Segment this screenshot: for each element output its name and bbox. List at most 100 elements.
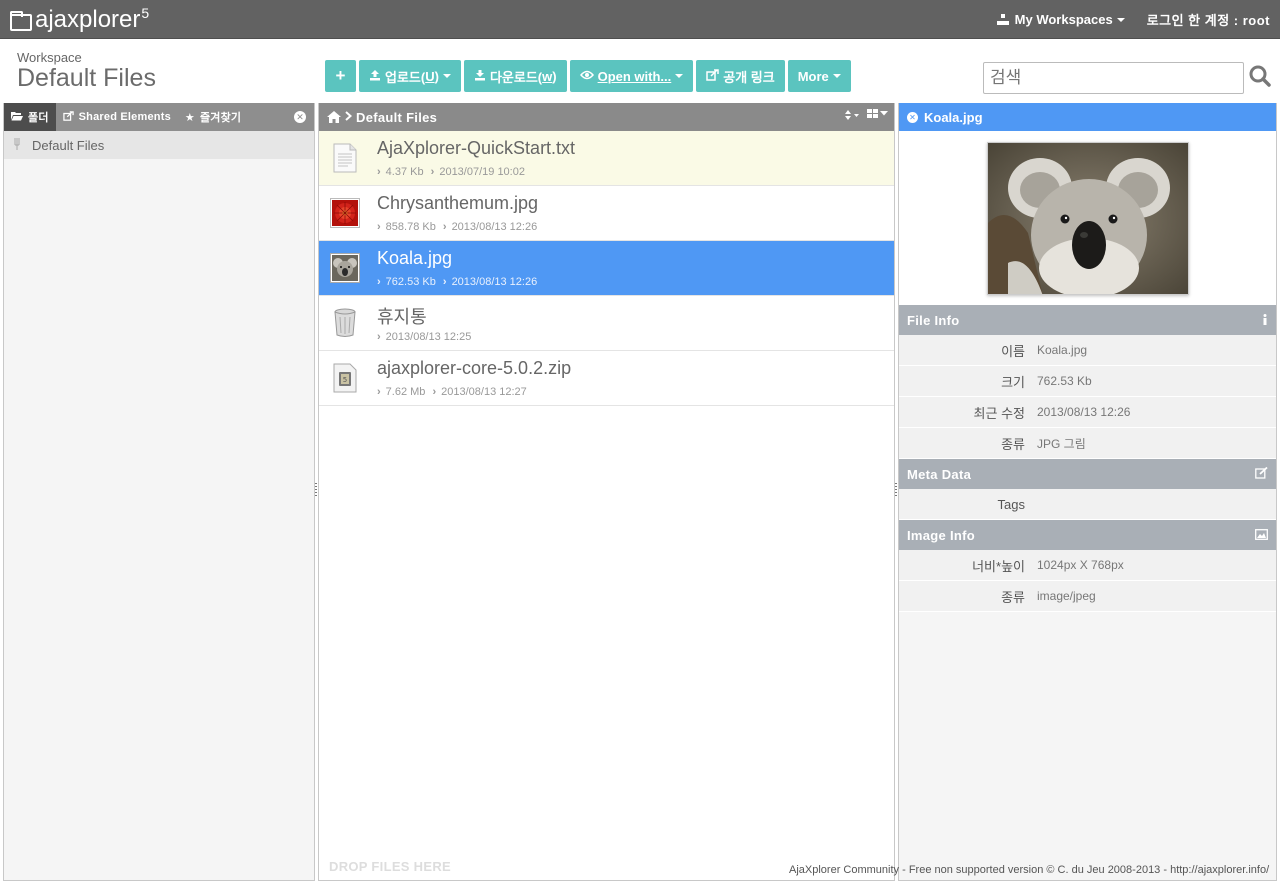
left-panel: 폴더 Shared Elements ★ 즐겨찾기 ✕ Default File… <box>3 103 315 881</box>
info-key: Tags <box>997 496 1025 512</box>
info-row: 너비*높이 1024px X 768px <box>899 550 1276 581</box>
info-key: 이름 <box>1001 343 1025 359</box>
sitemap-icon <box>996 14 1010 25</box>
upload-shortcut: U <box>425 68 435 84</box>
file-row[interactable]: AjaXplorer-QuickStart.txt › 4.37 Kb › 2013… <box>319 131 894 186</box>
tree-item-label: Default Files <box>32 137 105 153</box>
info-row: Tags <box>899 489 1276 520</box>
download-label-close: ) <box>552 68 557 84</box>
edit-icon[interactable] <box>1255 466 1268 482</box>
logo-text: ajaxplorer <box>35 6 141 33</box>
footer-copyright: AjaXplorer Community - Free non supporte… <box>789 864 1270 876</box>
tab-bookmarks[interactable]: ★ 즐겨찾기 <box>178 103 248 131</box>
download-shortcut: w <box>542 68 553 84</box>
file-row[interactable]: 휴지통 › 2013/08/13 12:25 <box>319 296 894 351</box>
close-icon[interactable]: ✕ <box>294 111 306 123</box>
my-workspaces-menu[interactable]: My Workspaces <box>996 12 1125 27</box>
file-info-heading: File Info <box>907 312 960 328</box>
details-panel: ✕ Koala.jpg File Info 이름 Koala.jpg 크기 76… <box>898 103 1277 881</box>
image-thumbnail <box>329 252 361 284</box>
download-label: 다운로드( <box>489 69 543 85</box>
file-meta: › 858.78 Kb › 2013/08/13 12:26 <box>377 221 538 233</box>
file-row[interactable]: 5 ajaxplorer-core-5.0.2.zip › 7.62 Mb › 20… <box>319 351 894 406</box>
info-key: 크기 <box>1001 374 1025 390</box>
info-key: 종류 <box>1001 589 1025 605</box>
tab-bookmarks-label: 즐겨찾기 <box>199 112 242 124</box>
info-key: 너비*높이 <box>972 558 1025 574</box>
fork-icon <box>12 137 26 154</box>
close-icon[interactable]: ✕ <box>907 111 918 123</box>
share-link-label: 공개 링크 <box>723 69 775 85</box>
file-name: AjaXplorer-QuickStart.txt <box>377 138 576 158</box>
download-button[interactable]: 다운로드(w) <box>463 60 567 92</box>
file-meta: › 762.53 Kb › 2013/08/13 12:26 <box>377 276 538 288</box>
info-icon <box>1262 313 1268 328</box>
logged-in-user[interactable]: 로그인 한 계정 : root <box>1147 10 1270 29</box>
trash-icon <box>329 307 361 339</box>
info-value: image/jpeg <box>1037 589 1096 603</box>
file-date: 2013/08/13 12:27 <box>441 386 527 398</box>
preview-area <box>899 131 1276 305</box>
info-row: 크기 762.53 Kb <box>899 366 1276 397</box>
add-button[interactable]: + <box>325 60 356 92</box>
meta-data-header: Meta Data <box>899 459 1276 489</box>
file-row[interactable]: Chrysanthemum.jpg › 858.78 Kb › 2013/08/13… <box>319 186 894 241</box>
image-info-header: Image Info <box>899 520 1276 550</box>
left-panel-tabs: 폴더 Shared Elements ★ 즐겨찾기 ✕ <box>4 103 314 131</box>
caret-down-icon <box>1116 17 1125 22</box>
view-mode-button[interactable] <box>867 109 888 118</box>
info-value: JPG 그림 <box>1037 436 1086 451</box>
tree-item-default-files[interactable]: Default Files <box>4 131 314 159</box>
star-icon: ★ <box>184 111 195 124</box>
image-thumbnail <box>329 197 361 229</box>
main-toolbar: + 업로드(U) 다운로드(w) Open with... 공개 링크 More <box>325 60 854 92</box>
file-list-panel: Default Files AjaXplorer-QuickStart.txt … <box>318 103 895 881</box>
svg-text:5: 5 <box>343 376 347 384</box>
picture-icon <box>1255 528 1268 543</box>
share-icon <box>706 68 720 84</box>
file-name: 휴지통 <box>377 307 427 327</box>
home-icon[interactable] <box>327 111 341 123</box>
tab-folders[interactable]: 폴더 <box>4 103 56 131</box>
folder-logo-icon <box>10 11 32 31</box>
search-input[interactable] <box>983 62 1244 94</box>
sort-button[interactable] <box>844 109 860 124</box>
info-key: 종류 <box>1001 436 1025 452</box>
info-key: 최근 수정 <box>973 405 1025 421</box>
app-logo[interactable]: ajaxplorer 5 <box>10 6 149 34</box>
file-row-selected[interactable]: Koala.jpg › 762.53 Kb › 2013/08/13 12:26 <box>319 241 894 296</box>
open-with-button[interactable]: Open with... <box>569 60 694 92</box>
info-value: Koala.jpg <box>1037 343 1088 357</box>
details-header: ✕ Koala.jpg <box>899 103 1276 131</box>
file-info-header: File Info <box>899 305 1276 335</box>
my-workspaces-label: My Workspaces <box>1014 12 1113 27</box>
workspace-title: Default Files <box>17 64 156 92</box>
info-row: 종류 image/jpeg <box>899 581 1276 612</box>
file-name: ajaxplorer-core-5.0.2.zip <box>377 358 572 378</box>
upload-icon <box>369 69 381 84</box>
file-date: 2013/07/19 10:02 <box>439 166 525 178</box>
caret-down-icon <box>675 74 684 78</box>
upload-label: 업로드( <box>385 69 426 85</box>
info-value: 1024px X 768px <box>1037 558 1124 572</box>
tab-shared-elements[interactable]: Shared Elements <box>56 103 178 131</box>
upload-button[interactable]: 업로드(U) <box>359 60 461 92</box>
info-value: 2013/08/13 12:26 <box>1037 405 1131 419</box>
file-date: 2013/08/13 12:26 <box>451 221 538 233</box>
download-icon <box>474 69 486 84</box>
info-row: 종류 JPG 그림 <box>899 428 1276 459</box>
top-right-menu: My Workspaces 로그인 한 계정 : root <box>996 0 1270 39</box>
file-name: Koala.jpg <box>377 248 453 268</box>
search-icon[interactable] <box>1249 65 1271 87</box>
caret-down-icon <box>832 74 841 78</box>
file-size: 858.78 Kb <box>385 221 436 233</box>
text-file-icon <box>329 142 361 174</box>
more-button[interactable]: More <box>787 60 851 92</box>
share-link-button[interactable]: 공개 링크 <box>696 60 785 92</box>
upload-label-close: ) <box>434 68 439 84</box>
eye-icon <box>579 69 594 83</box>
image-preview[interactable] <box>986 142 1189 295</box>
plus-icon: + <box>335 66 346 85</box>
breadcrumb-current[interactable]: Default Files <box>356 110 437 125</box>
info-value: 762.53 Kb <box>1037 374 1092 388</box>
